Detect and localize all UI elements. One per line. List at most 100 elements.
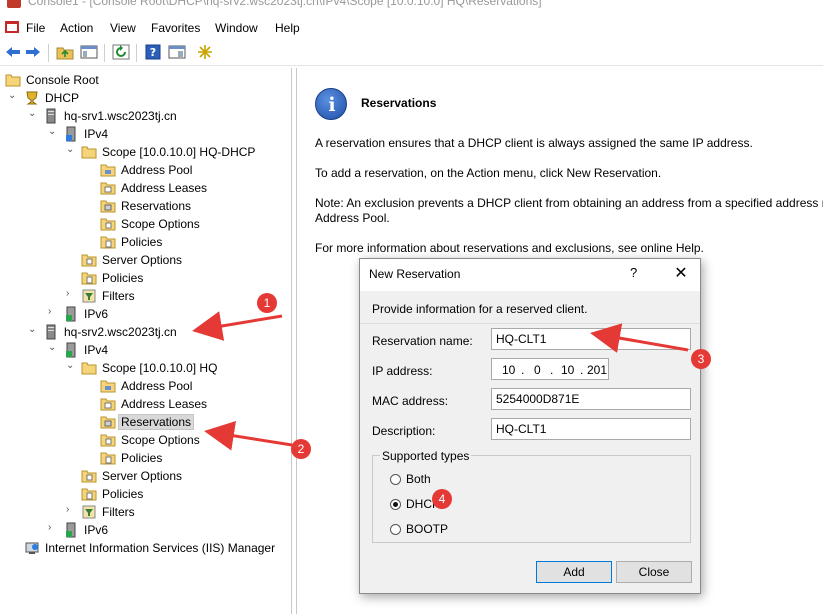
refresh-icon[interactable]: [112, 44, 130, 60]
info-paragraph: To add a reservation, on the Action menu…: [315, 166, 662, 180]
tree-node-dhcp[interactable]: ⌄ DHCP: [0, 89, 290, 107]
show-hide-tree-icon[interactable]: [80, 44, 98, 60]
console-tree[interactable]: Console Root ⌄ DHCP ⌄ hq-srv1.wsc2023tj.…: [0, 68, 292, 614]
tree-node-policies[interactable]: Policies: [0, 449, 290, 467]
close-button[interactable]: Close: [616, 561, 692, 583]
annotation-badge-3: 3: [691, 349, 711, 369]
server-icon: [46, 324, 56, 340]
radio-both[interactable]: [390, 474, 401, 485]
collapse-chevron-icon[interactable]: ⌄: [48, 343, 58, 353]
tree-node-scope[interactable]: ⌄ Scope [10.0.10.0] HQ-DHCP: [0, 143, 290, 161]
scope-folder-icon: [81, 362, 97, 375]
tree-node-scope-options[interactable]: Scope Options: [0, 215, 290, 233]
radio-bootp[interactable]: [390, 524, 401, 535]
tree-node-ipv4[interactable]: ⌄ IPv4: [0, 125, 290, 143]
svg-text:?: ?: [150, 46, 156, 59]
menu-bar: File Action View Favorites Window Help: [0, 17, 823, 39]
address-pool-icon: [100, 164, 116, 177]
dialog-body: Provide information for a reserved clien…: [360, 291, 700, 593]
tree-node-ipv6[interactable]: › IPv6: [0, 521, 290, 539]
tree-node-scope[interactable]: ⌄ Scope [10.0.10.0] HQ: [0, 359, 290, 377]
details-view-icon[interactable]: [168, 44, 186, 60]
ip-dot: .: [521, 363, 525, 377]
ip-address-input[interactable]: 10 . 0 . 10 . 201: [491, 358, 609, 380]
radio-dhcp[interactable]: [390, 499, 401, 510]
collapse-chevron-icon[interactable]: ⌄: [28, 325, 38, 335]
tree-node-address-leases[interactable]: Address Leases: [0, 179, 290, 197]
server-icon: [46, 108, 56, 124]
info-icon: i: [315, 88, 347, 120]
ip-dot: .: [550, 363, 554, 377]
tree-node-address-pool[interactable]: Address Pool: [0, 161, 290, 179]
ip-octet-3[interactable]: 10: [561, 363, 574, 377]
tree-node-policies[interactable]: Policies: [0, 269, 290, 287]
policies-icon: [100, 452, 116, 465]
tree-node-scope-options[interactable]: Scope Options: [0, 431, 290, 449]
close-icon[interactable]: ✕: [670, 263, 692, 283]
reservations-icon: [100, 200, 116, 213]
radio-both-label[interactable]: Both: [406, 472, 431, 486]
description-label: Description:: [372, 424, 436, 438]
expand-chevron-icon[interactable]: ›: [66, 289, 76, 299]
menu-view[interactable]: View: [110, 21, 136, 35]
info-paragraph: Address Pool.: [315, 211, 390, 225]
tree-node-filters[interactable]: › Filters: [0, 503, 290, 521]
add-button[interactable]: Add: [536, 561, 612, 583]
toolbar-separator: [136, 44, 137, 62]
tree-node-console-root[interactable]: Console Root: [0, 71, 290, 89]
collapse-chevron-icon[interactable]: ⌄: [48, 127, 58, 137]
dhcp-trophy-icon: [26, 91, 38, 105]
annotation-badge-4: 4: [432, 489, 452, 509]
forward-arrow-icon[interactable]: [24, 44, 42, 60]
radio-bootp-label[interactable]: BOOTP: [406, 522, 448, 536]
menu-help[interactable]: Help: [275, 21, 300, 35]
tree-node-server-options[interactable]: Server Options: [0, 251, 290, 269]
server-options-icon: [81, 470, 97, 483]
annotation-badge-1: 1: [257, 293, 277, 313]
tree-node-address-leases[interactable]: Address Leases: [0, 395, 290, 413]
ip-octet-4[interactable]: 201: [587, 363, 607, 377]
iis-manager-icon: [25, 542, 39, 554]
tree-node-reservations[interactable]: Reservations: [0, 197, 290, 215]
console-menu-icon[interactable]: [4, 20, 20, 34]
menu-window[interactable]: Window: [215, 21, 258, 35]
tree-node-server-options[interactable]: Server Options: [0, 467, 290, 485]
back-arrow-icon[interactable]: [4, 44, 22, 60]
tree-node-policies[interactable]: Policies: [0, 233, 290, 251]
expand-chevron-icon[interactable]: ›: [48, 523, 58, 533]
toolbar-separator: [48, 44, 49, 62]
help-button[interactable]: ?: [630, 265, 637, 280]
new-reservation-dialog: New Reservation ? ✕ Provide information …: [359, 258, 701, 594]
collapse-chevron-icon[interactable]: ⌄: [66, 145, 76, 155]
new-star-icon[interactable]: [196, 44, 214, 60]
ip-octet-1[interactable]: 10: [502, 363, 515, 377]
collapse-chevron-icon[interactable]: ⌄: [8, 91, 18, 101]
tree-node-server-srv1[interactable]: ⌄ hq-srv1.wsc2023tj.cn: [0, 107, 290, 125]
expand-chevron-icon[interactable]: ›: [66, 505, 76, 515]
tree-node-reservations-selected[interactable]: Reservations: [0, 413, 290, 431]
help-icon[interactable]: ?: [144, 44, 162, 60]
menu-action[interactable]: Action: [60, 21, 93, 35]
tree-node-filters[interactable]: › Filters: [0, 287, 290, 305]
menu-favorites[interactable]: Favorites: [151, 21, 200, 35]
tree-node-policies[interactable]: Policies: [0, 485, 290, 503]
expand-chevron-icon[interactable]: ›: [48, 307, 58, 317]
policies-icon: [81, 488, 97, 501]
info-paragraph: A reservation ensures that a DHCP client…: [315, 136, 753, 150]
menu-file[interactable]: File: [26, 21, 45, 35]
tree-node-server-srv2[interactable]: ⌄ hq-srv2.wsc2023tj.cn: [0, 323, 290, 341]
tree-node-ipv4[interactable]: ⌄ IPv4: [0, 341, 290, 359]
tree-node-address-pool[interactable]: Address Pool: [0, 377, 290, 395]
description-input[interactable]: HQ-CLT1: [491, 418, 691, 440]
reservation-name-input[interactable]: HQ-CLT1: [491, 328, 691, 350]
collapse-chevron-icon[interactable]: ⌄: [66, 361, 76, 371]
ipv6-icon: [66, 522, 76, 538]
dialog-description: Provide information for a reserved clien…: [372, 302, 588, 316]
collapse-chevron-icon[interactable]: ⌄: [28, 109, 38, 119]
ip-octet-2[interactable]: 0: [534, 363, 541, 377]
up-folder-icon[interactable]: [56, 44, 74, 60]
tree-node-iis-manager[interactable]: Internet Information Services (IIS) Mana…: [0, 539, 290, 557]
tree-node-ipv6[interactable]: › IPv6: [0, 305, 290, 323]
mac-address-input[interactable]: 5254000D871E: [491, 388, 691, 410]
mmc-app-icon: [7, 0, 21, 8]
